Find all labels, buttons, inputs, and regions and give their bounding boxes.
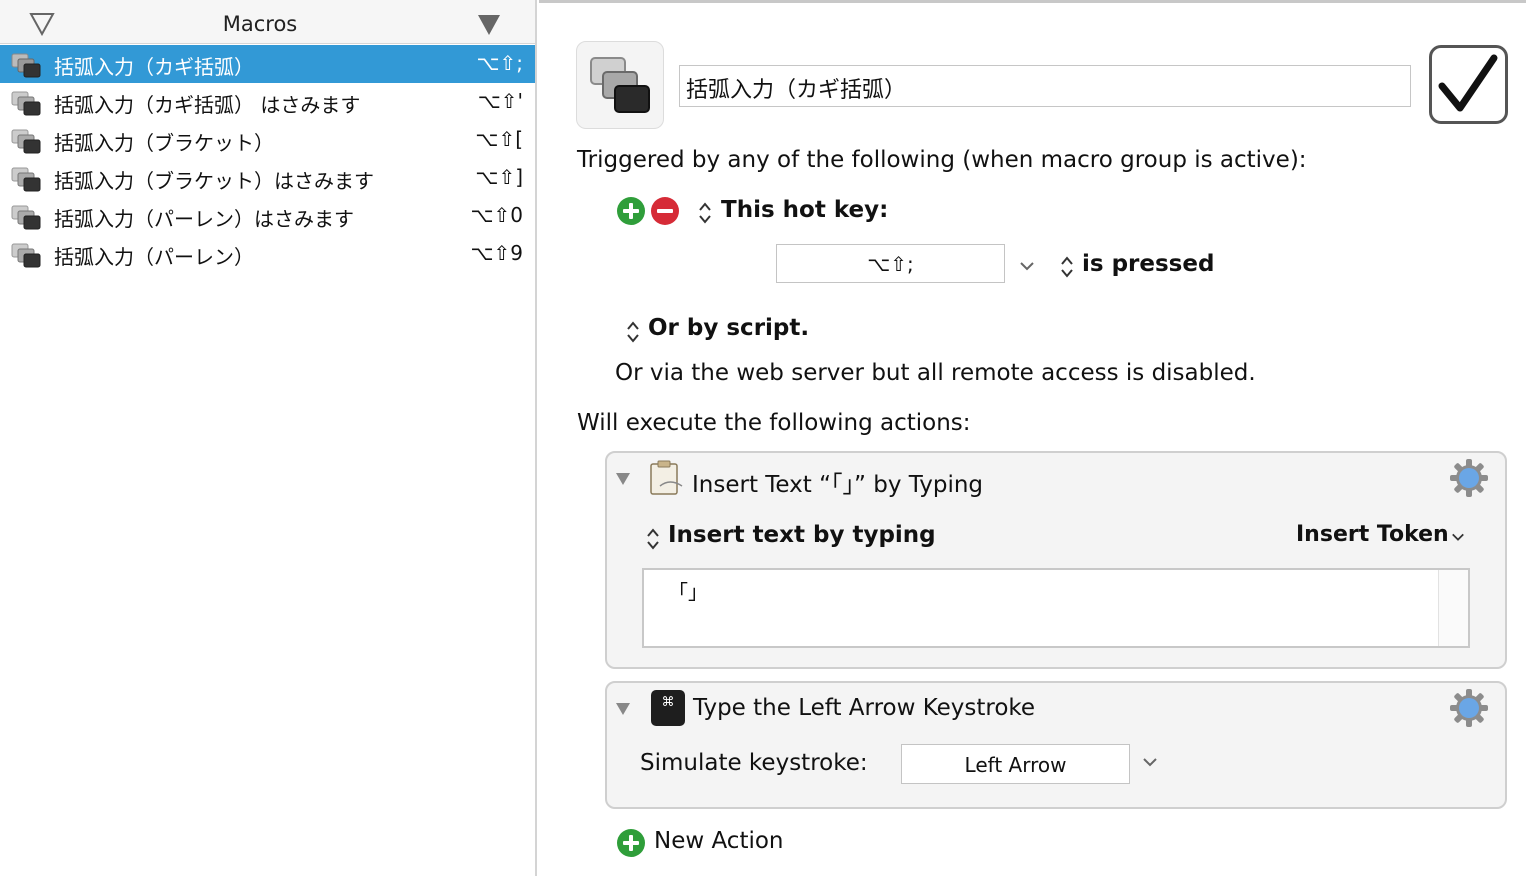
macro-hotkey: ⌥⇧; xyxy=(476,51,523,75)
new-action-button[interactable]: New Action xyxy=(654,828,784,854)
disclosure-triangle-icon[interactable] xyxy=(615,702,631,716)
macro-row[interactable]: 括弧入力（カギ括弧） はさみます ⌥⇧' xyxy=(0,83,535,121)
macro-row[interactable]: 括弧入力（ブラケット）はさみます ⌥⇧] xyxy=(0,159,535,197)
gear-icon[interactable] xyxy=(1449,458,1489,498)
insert-text-content: 「」 xyxy=(668,580,708,604)
macro-row[interactable]: 括弧入力（パーレン） ⌥⇧9 xyxy=(0,235,535,273)
macro-hotkey: ⌥⇧] xyxy=(475,165,523,189)
editor-top-border xyxy=(539,0,1526,3)
macro-icon-well[interactable] xyxy=(576,41,664,129)
macro-name-field[interactable]: 括弧入力（カギ括弧） xyxy=(679,65,1411,107)
macro-row[interactable]: 括弧入力（パーレン）はさみます ⌥⇧0 xyxy=(0,197,535,235)
macro-name: 括弧入力（パーレン） xyxy=(54,245,254,269)
macro-icon xyxy=(11,129,41,154)
triggered-heading: Triggered by any of the following (when … xyxy=(577,147,1307,173)
macro-list-header: Macros xyxy=(0,0,535,44)
macro-hotkey: ⌥⇧[ xyxy=(475,127,523,151)
macro-name: 括弧入力（ブラケット） xyxy=(54,131,274,155)
macro-name: 括弧入力（カギ括弧） はさみます xyxy=(54,93,361,117)
simulate-keystroke-label: Simulate keystroke: xyxy=(640,750,868,776)
macro-hotkey: ⌥⇧0 xyxy=(470,203,523,227)
macro-icon xyxy=(11,243,41,268)
disclosure-triangle-icon[interactable] xyxy=(615,472,631,486)
insert-mode-label[interactable]: Insert text by typing xyxy=(668,522,936,548)
clipboard-icon xyxy=(650,460,683,495)
macro-name: 括弧入力（カギ括弧） xyxy=(54,55,254,79)
macro-list-title: Macros xyxy=(222,12,298,36)
macro-icon xyxy=(11,205,41,230)
sort-menu-icon[interactable] xyxy=(476,13,502,37)
macro-icon xyxy=(11,91,41,116)
or-by-script-label[interactable]: Or by script. xyxy=(648,315,809,341)
add-trigger-button[interactable] xyxy=(617,197,645,225)
actions-heading: Will execute the following actions: xyxy=(577,410,971,436)
chevron-down-icon[interactable] xyxy=(1451,532,1465,542)
script-trigger-popup-icon[interactable] xyxy=(626,319,640,345)
new-action-icon[interactable] xyxy=(617,829,645,857)
macro-hotkey: ⌥⇧9 xyxy=(470,241,523,265)
svg-text:⌘: ⌘ xyxy=(662,695,675,710)
insert-token-menu[interactable]: Insert Token xyxy=(1296,522,1449,547)
checkmark-icon xyxy=(1438,54,1498,112)
macro-icon xyxy=(11,167,41,192)
macro-icon xyxy=(11,53,41,78)
insert-text-action-title: Insert Text “「」” by Typing xyxy=(692,472,984,498)
hotkey-field[interactable]: ⌥⇧; xyxy=(776,244,1005,283)
remove-trigger-button[interactable] xyxy=(651,197,679,225)
macro-name: 括弧入力（パーレン）はさみます xyxy=(54,207,354,231)
chevron-down-icon[interactable] xyxy=(1142,757,1158,767)
macro-large-icon xyxy=(590,57,650,113)
trigger-type-popup-icon[interactable] xyxy=(698,200,712,226)
hotkey-condition-popup-icon[interactable] xyxy=(1060,254,1074,280)
macro-enabled-checkbox[interactable] xyxy=(1429,45,1508,124)
web-server-text: Or via the web server but all remote acc… xyxy=(615,360,1256,386)
macro-hotkey: ⌥⇧' xyxy=(477,89,523,113)
hotkey-condition-label[interactable]: is pressed xyxy=(1082,251,1214,277)
chevron-down-icon[interactable] xyxy=(1019,261,1035,271)
macro-row[interactable]: 括弧入力（カギ括弧） ⌥⇧; xyxy=(0,45,535,83)
macro-name: 括弧入力（ブラケット）はさみます xyxy=(54,169,374,193)
keystroke-field[interactable]: Left Arrow xyxy=(901,744,1130,784)
keystroke-action-title: Type the Left Arrow Keystroke xyxy=(693,695,1036,721)
insert-text-area[interactable]: 「」 xyxy=(642,568,1470,648)
macro-list-panel: Macros 括弧入力（カギ括弧） ⌥⇧; 括弧入力（カギ括弧） はさみます ⌥… xyxy=(0,0,537,876)
text-area-scrollbar[interactable] xyxy=(1438,570,1468,646)
macro-row[interactable]: 括弧入力（ブラケット） ⌥⇧[ xyxy=(0,121,535,159)
trigger-type-label[interactable]: This hot key: xyxy=(721,197,888,223)
insert-mode-popup-icon[interactable] xyxy=(646,526,660,552)
command-key-icon: ⌘ xyxy=(651,690,685,726)
gear-icon[interactable] xyxy=(1449,688,1489,728)
